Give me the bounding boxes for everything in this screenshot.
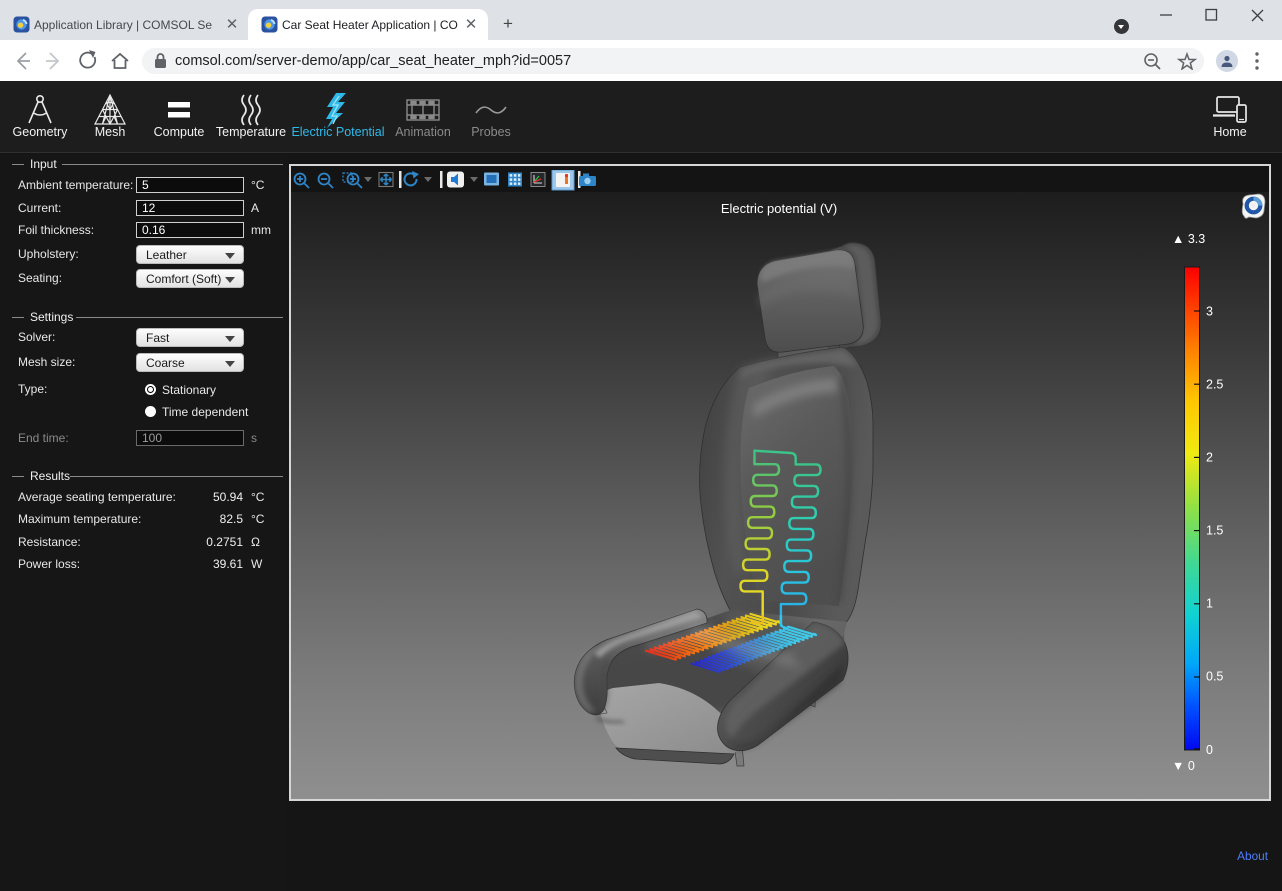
svg-text:1: 1 xyxy=(1206,597,1213,611)
svg-text:2: 2 xyxy=(1206,451,1213,465)
svg-text:2.5: 2.5 xyxy=(1206,378,1223,392)
svg-text:1.5: 1.5 xyxy=(1206,524,1223,538)
svg-text:0: 0 xyxy=(1206,743,1213,757)
svg-text:0.5: 0.5 xyxy=(1206,670,1223,684)
svg-text:Electric potential (V): Electric potential (V) xyxy=(721,201,837,216)
svg-text:3: 3 xyxy=(1206,305,1213,319)
svg-text:▲ 3.3: ▲ 3.3 xyxy=(1172,232,1205,246)
svg-text:▼ 0: ▼ 0 xyxy=(1172,759,1195,773)
